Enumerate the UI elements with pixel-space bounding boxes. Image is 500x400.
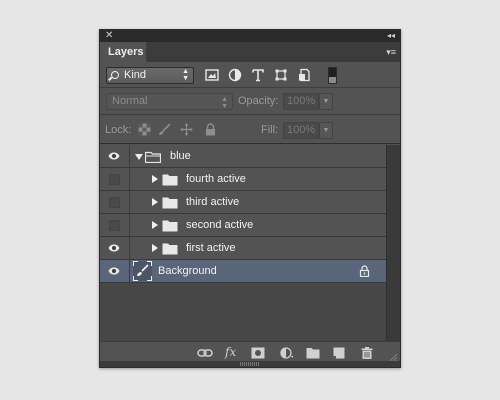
layer-style-icon[interactable]: fx bbox=[225, 345, 236, 359]
expand-triangle-icon[interactable] bbox=[135, 154, 143, 160]
visibility-cell[interactable] bbox=[100, 191, 130, 213]
lock-label: Lock: bbox=[105, 124, 132, 136]
search-icon bbox=[111, 71, 119, 79]
lock-all-icon[interactable] bbox=[204, 123, 217, 136]
delete-layer-icon[interactable] bbox=[360, 347, 374, 359]
visibility-cell[interactable] bbox=[100, 168, 130, 190]
new-layer-icon[interactable] bbox=[332, 347, 346, 359]
layer-row-second-active[interactable]: second active bbox=[100, 214, 386, 237]
opacity-label: Opacity: bbox=[238, 95, 279, 107]
layers-panel: ✕ ◂◂ Layers ▾≡ Kind ▲ ▼ Normal ▲ ▼ Opaci… bbox=[99, 29, 401, 368]
filter-toggle-switch[interactable] bbox=[328, 67, 337, 84]
expand-triangle-icon[interactable] bbox=[152, 244, 158, 252]
layer-name: first active bbox=[186, 242, 236, 254]
lock-position-icon[interactable] bbox=[180, 123, 193, 136]
brush-icon bbox=[137, 264, 149, 276]
visibility-off-box[interactable] bbox=[109, 174, 120, 185]
close-icon[interactable]: ✕ bbox=[105, 30, 113, 42]
lock-transparent-pixels-icon[interactable] bbox=[138, 123, 151, 136]
filter-kind-label: Kind bbox=[124, 69, 147, 81]
tab-layers[interactable]: Layers bbox=[100, 42, 146, 62]
panel-menu-icon[interactable]: ▾≡ bbox=[382, 46, 396, 58]
vertical-scrollbar[interactable] bbox=[386, 145, 400, 341]
type-filter-icon[interactable] bbox=[251, 68, 265, 82]
lock-icon bbox=[359, 265, 370, 277]
chevron-updown-icon: ▲ ▼ bbox=[221, 96, 228, 110]
layers-list: blue fourth active third active second a… bbox=[100, 145, 386, 341]
fill-field[interactable]: 100% bbox=[283, 122, 319, 139]
visibility-cell[interactable] bbox=[100, 237, 130, 259]
layer-row-background[interactable]: Background bbox=[100, 260, 386, 283]
visibility-off-box[interactable] bbox=[109, 220, 120, 231]
expand-triangle-icon[interactable] bbox=[152, 198, 158, 206]
lock-row: Lock: Fill: 100% ▼ bbox=[100, 116, 400, 144]
layer-row-first-active[interactable]: first active bbox=[100, 237, 386, 260]
layer-name: blue bbox=[170, 150, 191, 162]
folder-icon bbox=[162, 220, 178, 232]
link-layers-icon[interactable] bbox=[197, 347, 213, 359]
panel-bottom-handle[interactable] bbox=[100, 361, 400, 367]
fill-label: Fill: bbox=[261, 124, 279, 136]
panel-tabbar: Layers ▾≡ bbox=[100, 42, 400, 62]
chevron-updown-icon: ▲ ▼ bbox=[182, 68, 189, 82]
collapse-panel-icon[interactable]: ◂◂ bbox=[387, 30, 395, 42]
layer-name: Background bbox=[158, 265, 217, 277]
layer-thumbnail[interactable] bbox=[133, 261, 152, 281]
drag-grip[interactable] bbox=[240, 362, 260, 366]
layer-name: second active bbox=[186, 219, 254, 231]
eye-icon[interactable] bbox=[108, 267, 120, 275]
smart-object-filter-icon[interactable] bbox=[297, 68, 311, 82]
layer-mask-icon[interactable] bbox=[251, 347, 265, 359]
folder-icon bbox=[162, 243, 178, 255]
eye-icon[interactable] bbox=[108, 244, 120, 252]
layer-name: fourth active bbox=[186, 173, 246, 185]
fill-dropdown-arrow[interactable]: ▼ bbox=[319, 122, 333, 139]
lock-image-pixels-icon[interactable] bbox=[158, 123, 171, 136]
layer-row-blue[interactable]: blue bbox=[100, 145, 386, 168]
blend-mode-value: Normal bbox=[112, 95, 148, 107]
shape-filter-icon[interactable] bbox=[274, 68, 288, 82]
filter-row: Kind ▲ ▼ bbox=[100, 62, 400, 88]
expand-triangle-icon[interactable] bbox=[152, 221, 158, 229]
adjustment-filter-icon[interactable] bbox=[228, 68, 242, 82]
visibility-off-box[interactable] bbox=[109, 197, 120, 208]
expand-triangle-icon[interactable] bbox=[152, 175, 158, 183]
visibility-cell[interactable] bbox=[100, 214, 130, 236]
layer-row-fourth-active[interactable]: fourth active bbox=[100, 168, 386, 191]
eye-icon[interactable] bbox=[108, 152, 120, 160]
folder-open-icon bbox=[145, 151, 161, 163]
visibility-cell[interactable] bbox=[100, 145, 130, 167]
folder-icon bbox=[162, 197, 178, 209]
folder-icon bbox=[162, 174, 178, 186]
layer-row-third-active[interactable]: third active bbox=[100, 191, 386, 214]
layer-name: third active bbox=[186, 196, 240, 208]
blend-row: Normal ▲ ▼ Opacity: 100% ▼ bbox=[100, 89, 400, 115]
new-group-icon[interactable] bbox=[306, 347, 320, 359]
pixel-filter-icon[interactable] bbox=[205, 68, 219, 82]
opacity-field[interactable]: 100% bbox=[283, 93, 319, 110]
visibility-cell[interactable] bbox=[100, 260, 130, 282]
adjustment-layer-icon[interactable] bbox=[280, 347, 294, 359]
panel-titlebar: ✕ ◂◂ bbox=[100, 30, 400, 42]
opacity-dropdown-arrow[interactable]: ▼ bbox=[319, 93, 333, 110]
filter-kind-select[interactable]: Kind ▲ ▼ bbox=[106, 67, 194, 84]
blend-mode-select[interactable]: Normal ▲ ▼ bbox=[106, 93, 233, 110]
panel-footer: fx bbox=[100, 341, 400, 363]
